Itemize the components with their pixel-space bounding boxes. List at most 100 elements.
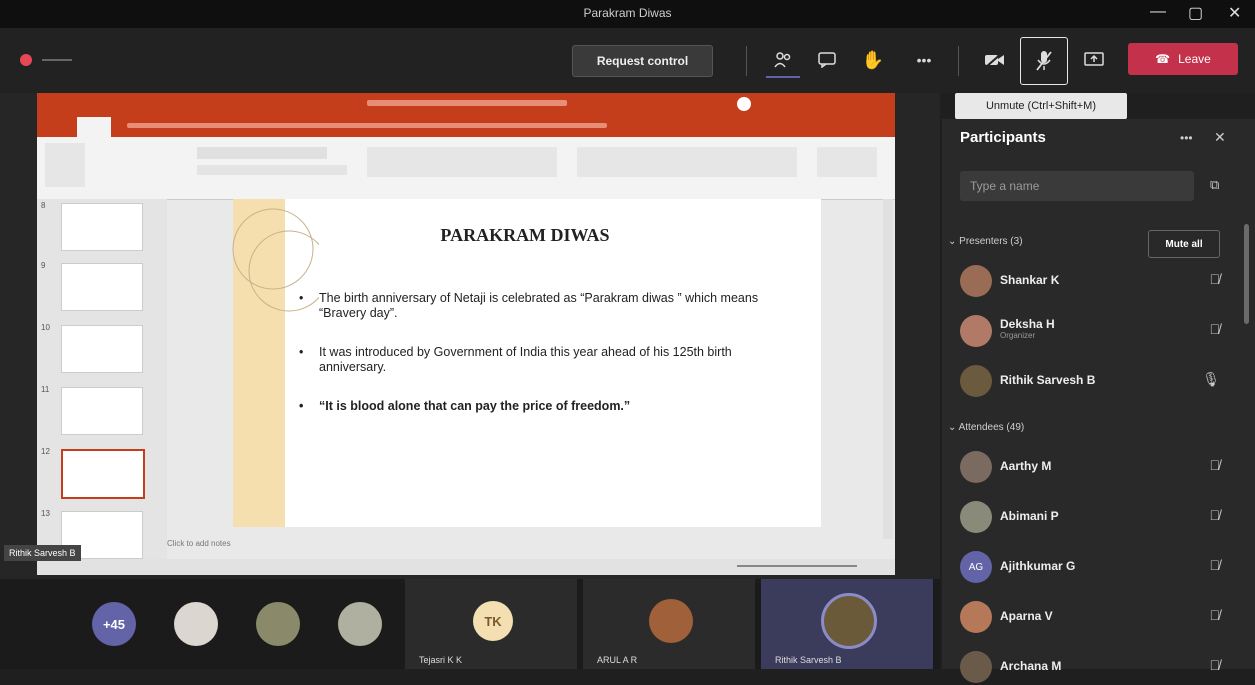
avatar: TK xyxy=(473,601,513,641)
avatar[interactable] xyxy=(174,602,218,646)
minimize-icon[interactable]: — xyxy=(1150,3,1166,21)
more-options-icon[interactable]: ••• xyxy=(904,44,944,76)
leave-button[interactable]: ☎ Leave xyxy=(1128,43,1238,75)
slide-thumbnail[interactable] xyxy=(61,263,143,311)
attendees-header[interactable]: ⌄ Attendees (49) xyxy=(948,422,1024,433)
share-screen-icon[interactable] xyxy=(1078,44,1110,76)
presenter-name-tag: Rithik Sarvesh B xyxy=(4,545,81,561)
mic-off-icon[interactable]: 🎙̸ xyxy=(1210,321,1221,337)
slide-thumbnails: 8 9 10 11 12 13 xyxy=(37,199,167,565)
drawing-group[interactable] xyxy=(577,147,797,177)
video-tile[interactable]: TK Tejasri K K xyxy=(405,579,577,669)
mic-on-icon[interactable]: 🎙 xyxy=(1202,371,1220,388)
mute-all-button[interactable]: Mute all xyxy=(1148,230,1220,258)
video-tile[interactable]: ARUL A R xyxy=(583,579,755,669)
panel-more-icon[interactable]: ••• xyxy=(1180,131,1193,145)
shared-screen: 8 9 10 11 12 13 PARAKRAM DIWAS • The bir… xyxy=(0,93,940,579)
mic-off-icon[interactable]: 🎙̸ xyxy=(1210,607,1221,623)
thumb-number: 11 xyxy=(41,385,50,394)
tile-label: Rithik Sarvesh B xyxy=(775,655,842,665)
participants-icon[interactable] xyxy=(766,44,800,78)
participant-row[interactable]: Aarthy M 🎙̸ xyxy=(960,449,1230,485)
participant-name: Shankar K xyxy=(1000,273,1060,287)
presenters-header[interactable]: ⌄ Presenters (3) xyxy=(948,236,1023,247)
font-selector[interactable] xyxy=(197,147,327,159)
avatar xyxy=(960,365,992,397)
ppt-status-bar xyxy=(37,559,895,575)
timer-bar xyxy=(42,59,72,61)
slide-scrollbar[interactable] xyxy=(883,199,893,539)
participant-row[interactable]: Abimani P 🎙̸ xyxy=(960,499,1230,535)
bullet-text: “It is blood alone that can pay the pric… xyxy=(319,399,631,413)
slide-thumbnail[interactable] xyxy=(61,325,143,373)
paste-button[interactable] xyxy=(45,143,85,187)
participant-name: Rithik Sarvesh B xyxy=(1000,373,1096,387)
ppt-ribbon xyxy=(37,137,895,200)
overflow-participants[interactable]: +45 xyxy=(92,602,136,646)
thumb-number: 9 xyxy=(41,261,46,270)
camera-off-icon[interactable] xyxy=(978,44,1012,76)
close-icon[interactable]: ✕ xyxy=(1228,3,1241,23)
avatar[interactable] xyxy=(338,602,382,646)
mic-off-button[interactable] xyxy=(1020,37,1068,85)
tab-labels-bar xyxy=(127,123,607,128)
powerpoint-window: 8 9 10 11 12 13 PARAKRAM DIWAS • The bir… xyxy=(37,93,895,575)
participant-row[interactable]: Archana M 🎙̸ xyxy=(960,649,1230,685)
meeting-toolbar: Request control ✋ ••• ☎ Leave xyxy=(0,28,1255,93)
notes-placeholder[interactable]: Click to add notes xyxy=(167,539,877,553)
request-control-button[interactable]: Request control xyxy=(572,45,713,77)
avatar xyxy=(960,501,992,533)
phone-icon: ☎ xyxy=(1155,52,1171,66)
mic-off-icon[interactable]: 🎙̸ xyxy=(1210,507,1221,523)
leave-label: Leave xyxy=(1178,52,1211,66)
participant-name: Aarthy M xyxy=(1000,459,1052,473)
avatar[interactable] xyxy=(256,602,300,646)
mic-off-icon[interactable]: 🎙̸ xyxy=(1210,271,1221,287)
mic-off-icon[interactable]: 🎙̸ xyxy=(1210,657,1221,673)
slide-thumbnail[interactable] xyxy=(61,387,143,435)
close-panel-icon[interactable]: ✕ xyxy=(1214,129,1226,146)
bullet-dot: • xyxy=(299,291,304,305)
bullet-text: The birth anniversary of Netaji is celeb… xyxy=(319,291,759,320)
slide-thumbnail-selected[interactable] xyxy=(61,449,145,499)
video-tile-active[interactable]: Rithik Sarvesh B xyxy=(761,579,933,669)
avatar xyxy=(960,451,992,483)
bullet-text: It was introduced by Government of India… xyxy=(319,345,732,374)
decor-circles xyxy=(232,208,319,312)
participant-role: Organizer xyxy=(1000,331,1036,340)
participant-name: Deksha H xyxy=(1000,317,1055,331)
mic-off-icon[interactable]: 🎙̸ xyxy=(1210,457,1221,473)
zoom-slider[interactable] xyxy=(737,565,857,567)
tile-label: Tejasri K K xyxy=(419,655,463,665)
participant-row[interactable]: Rithik Sarvesh B 🎙 xyxy=(960,363,1230,399)
tab-home[interactable] xyxy=(77,117,111,137)
editing-group[interactable] xyxy=(817,147,877,177)
account-avatar[interactable] xyxy=(737,97,751,111)
thumb-number: 13 xyxy=(41,509,50,518)
maximize-icon[interactable]: ▢ xyxy=(1188,3,1203,23)
participant-search-input[interactable]: Type a name xyxy=(960,171,1194,201)
raise-hand-icon[interactable]: ✋ xyxy=(858,44,888,76)
thumb-number: 8 xyxy=(41,201,46,210)
participant-row[interactable]: AG Ajithkumar G 🎙̸ xyxy=(960,549,1230,585)
ppt-title-text-bar xyxy=(367,100,567,106)
participant-name: Ajithkumar G xyxy=(1000,559,1076,573)
chat-icon[interactable] xyxy=(812,44,842,76)
mic-off-icon[interactable]: 🎙̸ xyxy=(1210,557,1221,573)
avatar xyxy=(960,651,992,683)
panel-scrollbar[interactable] xyxy=(1244,224,1249,324)
window-title: Parakram Diwas xyxy=(583,6,672,20)
ppt-title-bar xyxy=(37,93,895,115)
panel-title: Participants xyxy=(960,129,1046,146)
paragraph-group[interactable] xyxy=(367,147,557,177)
thumb-number: 10 xyxy=(41,323,50,332)
avatar xyxy=(960,601,992,633)
participant-row[interactable]: Aparna V 🎙̸ xyxy=(960,599,1230,635)
slide-thumbnail[interactable] xyxy=(61,203,143,251)
avatar: AG xyxy=(960,551,992,583)
share-invite-icon[interactable]: ⧉ xyxy=(1210,177,1219,193)
participant-name: Aparna V xyxy=(1000,609,1053,623)
participant-row[interactable]: Deksha H Organizer 🎙̸ xyxy=(960,313,1230,349)
participant-row[interactable]: Shankar K 🎙̸ xyxy=(960,263,1230,299)
font-format-buttons[interactable] xyxy=(197,165,347,175)
